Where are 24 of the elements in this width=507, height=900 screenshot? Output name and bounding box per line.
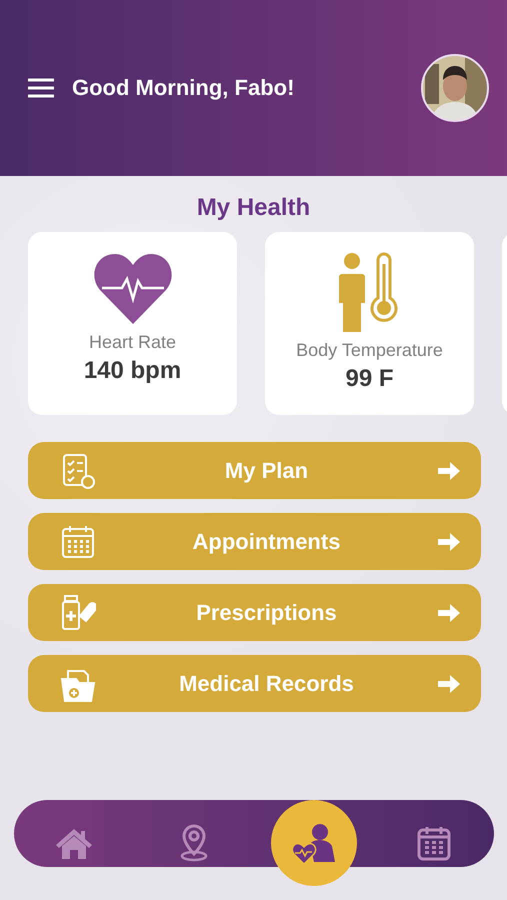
greeting-title: Good Morning, Fabo!: [72, 75, 296, 101]
menu-button[interactable]: My Plan: [28, 442, 481, 499]
location-pin-icon: [180, 824, 208, 862]
medicine-icon: [60, 594, 96, 632]
metric-card[interactable]: Body Temperature 99 F: [265, 232, 474, 415]
heart-rate-icon: [94, 252, 172, 324]
arrow-right-icon: [437, 532, 461, 552]
metric-value: 99 F: [345, 365, 394, 393]
menu-icon[interactable]: [28, 78, 54, 98]
metric-card[interactable]: Heart Rate 140 bpm: [28, 232, 237, 415]
metric-value: 140 bpm: [84, 357, 182, 385]
metric-label: Heart Rate: [88, 332, 176, 353]
menu-button[interactable]: Medical Records: [28, 655, 481, 712]
menu-button[interactable]: Appointments: [28, 513, 481, 570]
metric-label: Body Temperature: [296, 340, 443, 361]
arrow-right-icon: [437, 674, 461, 694]
arrow-right-icon: [437, 602, 461, 622]
calendar-icon: [417, 825, 451, 861]
menu-button[interactable]: Prescriptions: [28, 584, 481, 641]
checklist-icon: [60, 452, 96, 490]
patient-health-icon: [292, 822, 336, 864]
section-title: My Health: [196, 194, 312, 222]
arrow-right-icon: [437, 460, 461, 480]
home-icon: [55, 827, 93, 859]
